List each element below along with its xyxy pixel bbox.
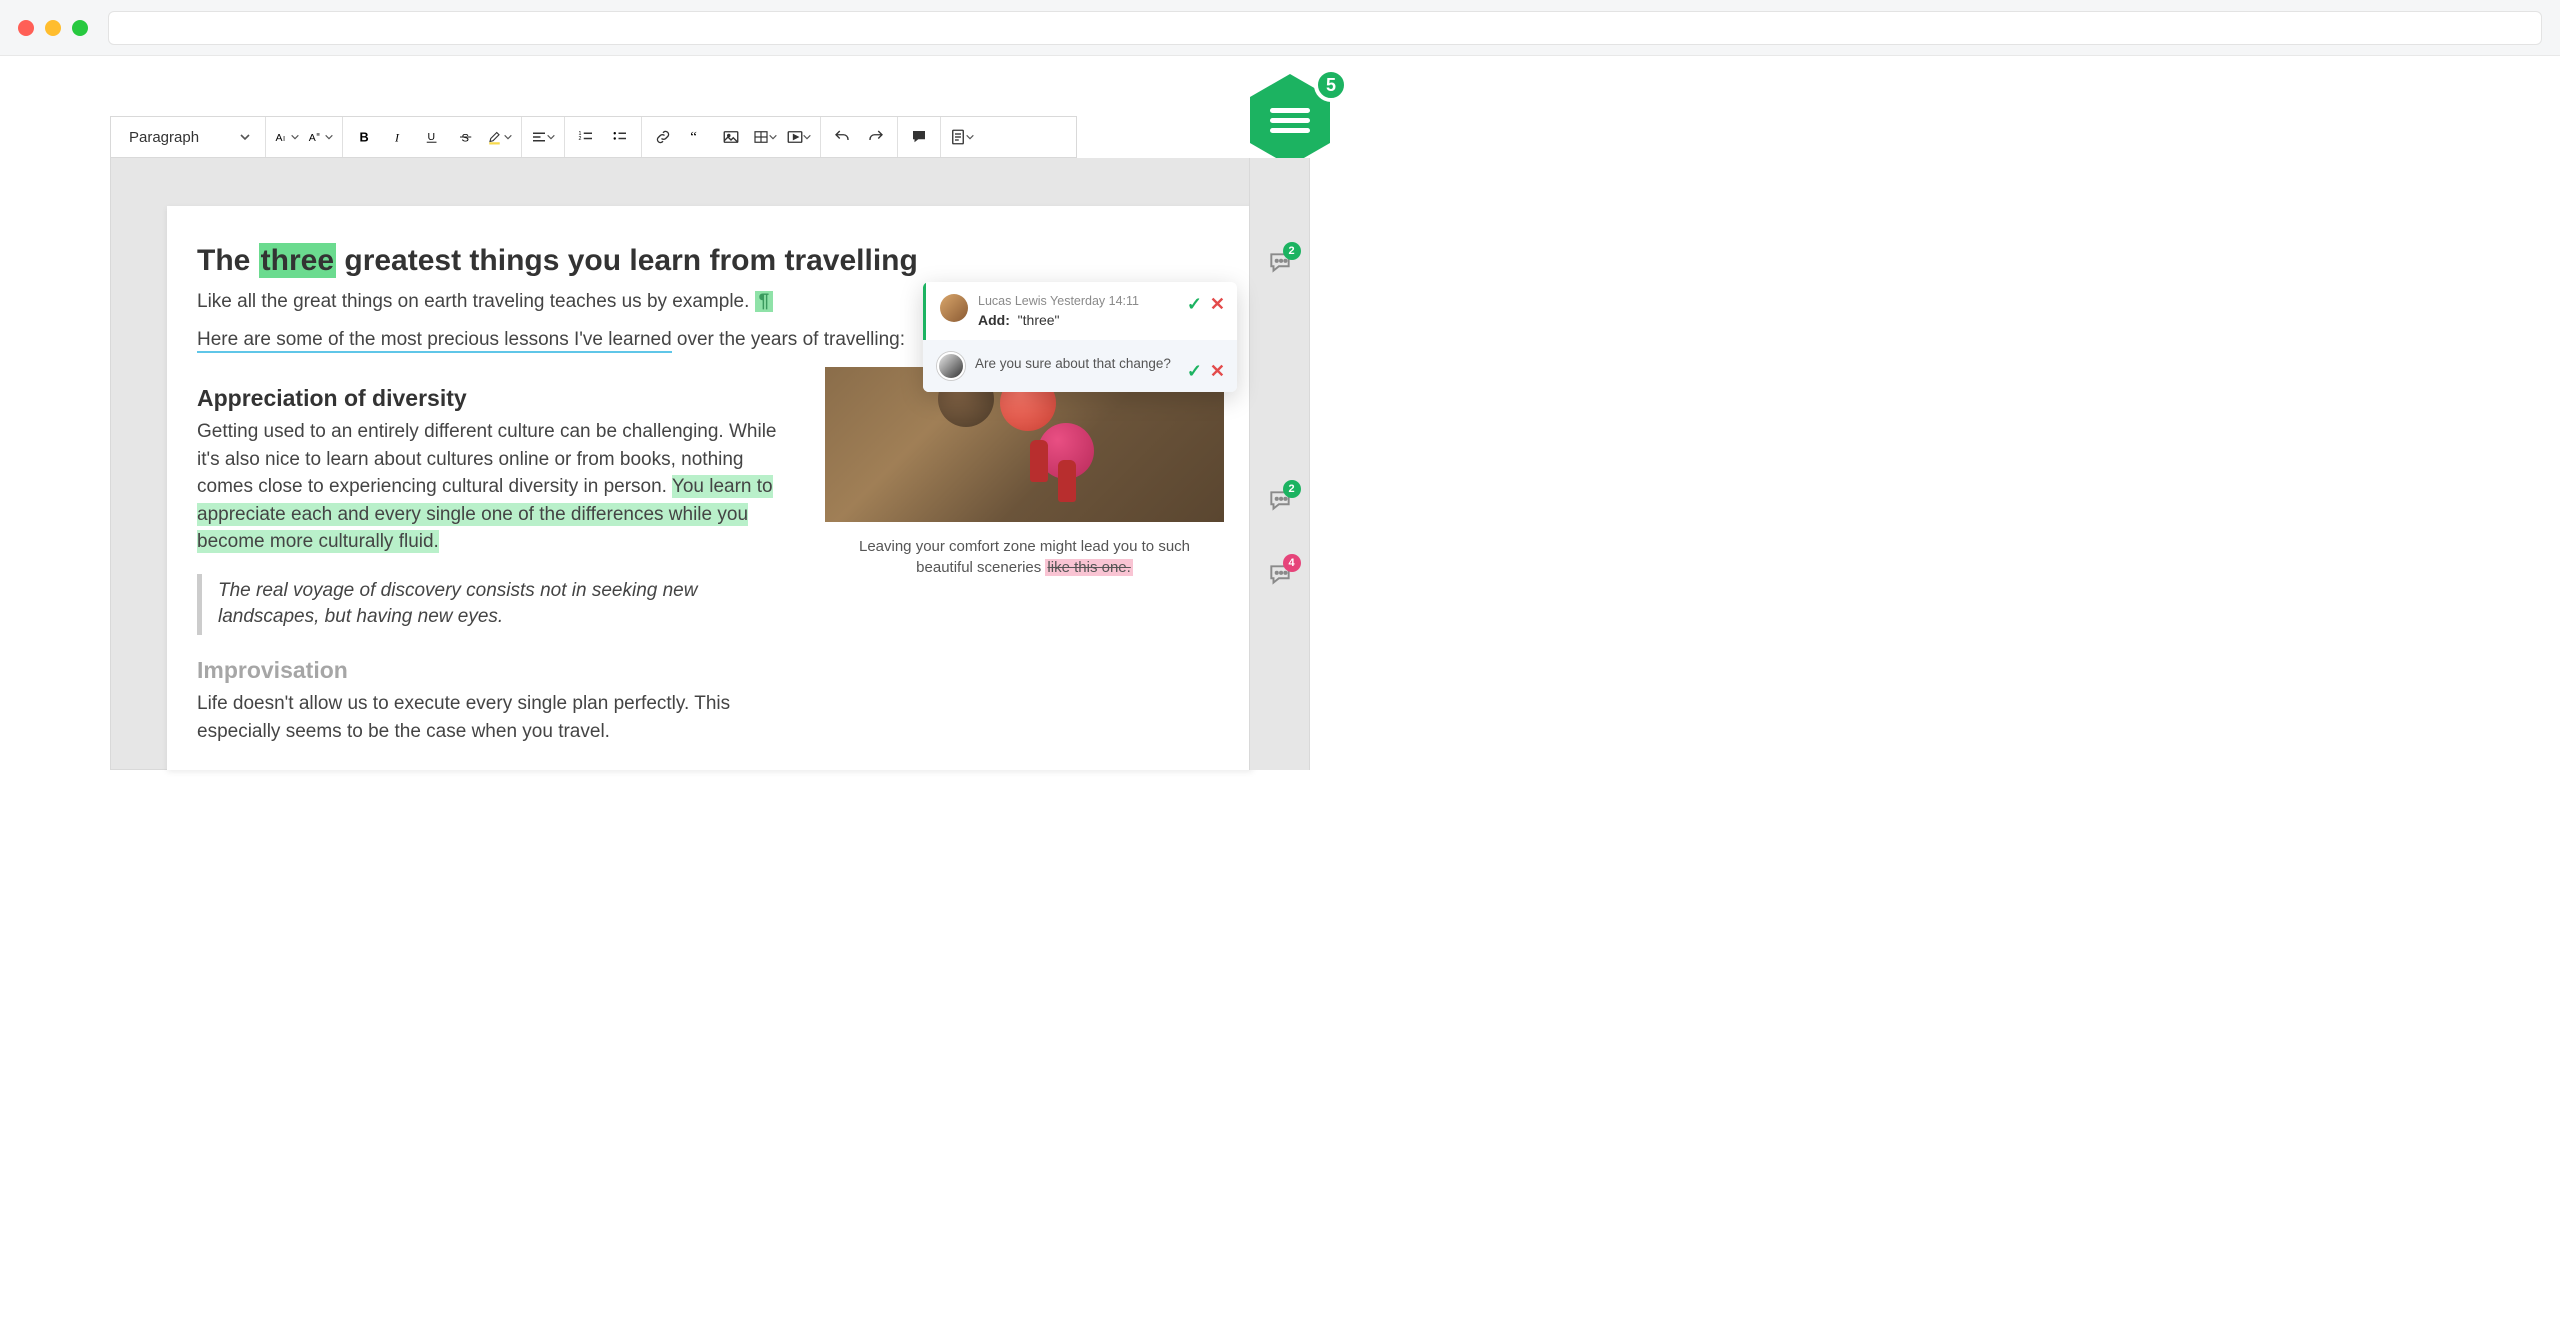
accept-suggestion-button[interactable]: ✓ (1187, 294, 1202, 315)
chevron-down-icon (324, 128, 334, 146)
svg-text:I: I (283, 134, 285, 143)
inserted-text: three (259, 243, 336, 278)
chevron-down-icon (802, 128, 812, 146)
blockquote-button[interactable]: “ (680, 117, 714, 157)
doc-paragraph: Getting used to an entirely different cu… (197, 418, 797, 556)
doc-heading-1: The three greatest things you learn from… (197, 244, 1223, 278)
numbered-list-button[interactable]: 12 (569, 117, 603, 157)
chevron-down-icon (239, 131, 251, 143)
comment-button[interactable] (902, 117, 936, 157)
svg-text:2: 2 (579, 136, 582, 142)
doc-heading-2: Appreciation of diversity (197, 385, 797, 412)
svg-text:I: I (394, 131, 400, 145)
paragraph-style-label: Paragraph (129, 129, 199, 146)
paragraph-style-select[interactable]: Paragraph (115, 117, 261, 157)
italic-button[interactable]: I (381, 117, 415, 157)
comment-count-badge: 2 (1283, 242, 1301, 260)
comment-thread-marker[interactable]: 4 (1267, 562, 1293, 593)
comment-count-badge: 2 (1283, 480, 1301, 498)
reply-text: Are you sure about that change? (975, 352, 1171, 380)
reject-reply-button[interactable]: ✕ (1210, 361, 1225, 382)
highlight-button[interactable] (483, 117, 517, 157)
svg-text:S: S (462, 133, 470, 145)
svg-text:U: U (428, 131, 436, 143)
strikethrough-button[interactable]: S (449, 117, 483, 157)
reject-suggestion-button[interactable]: ✕ (1210, 294, 1225, 315)
track-changes-button[interactable] (945, 117, 979, 157)
suggestion-body: Add: "three" (978, 312, 1139, 328)
avatar (940, 294, 968, 322)
doc-blockquote: The real voyage of discovery consists no… (197, 574, 797, 635)
chevron-down-icon (768, 128, 778, 146)
suggestion-reply: Are you sure about that change? ✓ ✕ (923, 340, 1237, 392)
svg-text:A: A (309, 132, 316, 144)
underline-button[interactable]: U (415, 117, 449, 157)
url-bar[interactable] (108, 11, 2542, 45)
redo-button[interactable] (859, 117, 893, 157)
image-button[interactable] (714, 117, 748, 157)
figure-caption: Leaving your comfort zone might lead you… (825, 536, 1224, 578)
case-button[interactable]: AI (270, 117, 304, 157)
doc-paragraph: Life doesn't allow us to execute every s… (197, 690, 797, 745)
accept-reply-button[interactable]: ✓ (1187, 361, 1202, 382)
window-close-button[interactable] (18, 20, 34, 36)
chevron-down-icon (290, 128, 300, 146)
menu-icon (1270, 103, 1310, 138)
app: 5 Paragraph AI A≡ B I U S (0, 56, 2560, 1326)
chevron-down-icon (965, 128, 975, 146)
comment-thread-marker[interactable]: 2 (1267, 488, 1293, 519)
link-button[interactable] (646, 117, 680, 157)
comment-count-badge: 4 (1283, 554, 1301, 572)
traffic-lights (18, 20, 88, 36)
chevron-down-icon (503, 128, 513, 146)
suggestions-count-badge: 5 (1314, 68, 1348, 102)
suggestion-entry: Lucas Lewis Yesterday 14:11 Add: "three"… (923, 282, 1237, 340)
suggestion-meta: Lucas Lewis Yesterday 14:11 (978, 294, 1139, 308)
bullet-list-button[interactable] (603, 117, 637, 157)
browser-chrome (0, 0, 2560, 56)
pilcrow-marker: ¶ (755, 291, 774, 312)
undo-button[interactable] (825, 117, 859, 157)
comment-thread-marker[interactable]: 2 (1267, 250, 1293, 281)
window-maximize-button[interactable] (72, 20, 88, 36)
deleted-text: like this one. (1045, 559, 1132, 576)
doc-figure: Leaving your comfort zone might lead you… (825, 367, 1224, 755)
avatar (937, 352, 965, 380)
svg-text:A: A (276, 132, 283, 144)
editor-canvas: The three greatest things you learn from… (110, 158, 1310, 770)
chevron-down-icon (546, 128, 556, 146)
table-button[interactable] (748, 117, 782, 157)
svg-text:“: “ (690, 130, 697, 146)
editor-toolbar: Paragraph AI A≡ B I U S 12 (110, 116, 1077, 158)
window-minimize-button[interactable] (45, 20, 61, 36)
font-size-button[interactable]: A≡ (304, 117, 338, 157)
suggestion-popover: Lucas Lewis Yesterday 14:11 Add: "three"… (923, 282, 1237, 392)
svg-text:≡: ≡ (316, 132, 320, 138)
media-button[interactable] (782, 117, 816, 157)
doc-heading-2: Improvisation (197, 657, 797, 684)
align-button[interactable] (526, 117, 560, 157)
comments-rail: 2 2 4 (1249, 158, 1309, 770)
svg-text:B: B (360, 130, 369, 145)
format-change-text: Here are some of the most precious lesso… (197, 329, 672, 353)
bold-button[interactable]: B (347, 117, 381, 157)
